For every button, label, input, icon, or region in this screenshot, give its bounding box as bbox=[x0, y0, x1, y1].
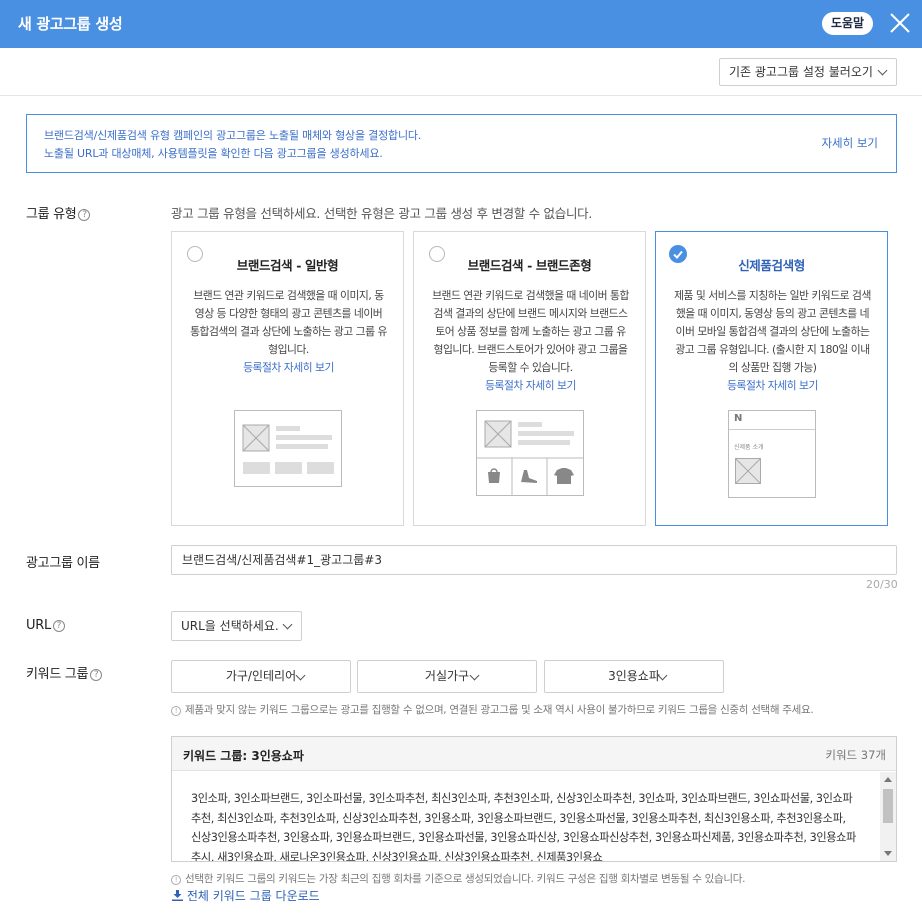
keyword-group-warning-text: 제품과 맞지 않는 키워드 그룹으로는 광고를 집행할 수 없으며, 연결된 광… bbox=[185, 704, 814, 716]
url-select[interactable]: URL을 선택하세요. bbox=[171, 611, 302, 641]
question-icon[interactable]: ? bbox=[52, 620, 65, 632]
keyword-category-select-3[interactable]: 3인용쇼파 bbox=[544, 660, 724, 693]
help-button[interactable]: 도움말 bbox=[822, 12, 873, 35]
card-title: 신제품검색형 bbox=[738, 258, 805, 273]
question-icon[interactable]: ? bbox=[90, 669, 103, 681]
notice-line-1: 브랜드검색/신제품검색 유형 캠페인의 광고그룹은 노출될 매체와 형상을 결정… bbox=[44, 129, 422, 142]
card-description: 브랜드 연관 키워드로 검색했을 때 이미지, 동영상 등 다양한 형태의 광고… bbox=[190, 287, 387, 377]
select-value: 3인용쇼파 bbox=[608, 669, 660, 683]
chevron-down-icon bbox=[469, 670, 480, 681]
notice-line-2: 노출될 URL과 대상매체, 사용템플릿을 확인한 다음 광고그룹을 생성하세요… bbox=[44, 147, 383, 160]
keyword-group-warning: ! 제품과 맞지 않는 키워드 그룹으로는 광고를 집행할 수 없으며, 연결된 … bbox=[171, 702, 814, 717]
keyword-group-label-text: 키워드 그룹 bbox=[26, 667, 89, 682]
download-keyword-group-link[interactable]: 전체 키워드 그룹 다운로드 bbox=[172, 887, 320, 904]
info-notice: 브랜드검색/신제품검색 유형 캠페인의 광고그룹은 노출될 매체와 형상을 결정… bbox=[26, 114, 897, 173]
name-char-counter: 20/30 bbox=[866, 578, 898, 591]
notice-more-link[interactable]: 자세히 보기 bbox=[821, 135, 878, 151]
card-description-text: 브랜드 연관 키워드로 검색했을 때 이미지, 동영상 등 다양한 형태의 광고… bbox=[190, 289, 387, 356]
download-icon bbox=[172, 890, 183, 901]
keyword-count: 키워드 37개 bbox=[825, 748, 886, 762]
toolbar: 기존 광고그룹 설정 불러오기 bbox=[0, 48, 922, 96]
info-icon: ! bbox=[171, 706, 181, 716]
keyword-basis-note: ! 선택한 키워드 그룹의 키워드는 가장 최근의 집행 회차를 기준으로 생성되… bbox=[171, 871, 745, 886]
keyword-list-scrollbar[interactable] bbox=[880, 772, 896, 861]
url-label-text: URL bbox=[26, 618, 51, 633]
keyword-category-select-1[interactable]: 가구/인테리어 bbox=[171, 660, 351, 693]
mobile-layout-illustration-icon: N 신제품 소개 bbox=[728, 410, 816, 498]
group-type-card-brand-zone[interactable]: 브랜드검색 - 브랜드존형 브랜드 연관 키워드로 검색했을 때 네이버 통합검… bbox=[413, 231, 646, 526]
keyword-list-title: 키워드 그룹: 3인용쇼파 bbox=[183, 749, 304, 763]
scrollbar-thumb[interactable] bbox=[883, 789, 893, 823]
load-existing-settings-label: 기존 광고그룹 설정 불러오기 bbox=[729, 65, 873, 79]
brandzone-layout-illustration-icon bbox=[476, 410, 584, 496]
card-procedure-link[interactable]: 등록절차 자세히 보기 bbox=[674, 377, 871, 395]
general-layout-illustration-icon bbox=[234, 410, 342, 487]
group-type-description: 광고 그룹 유형을 선택하세요. 선택한 유형은 광고 그룹 생성 후 변경할 … bbox=[171, 206, 593, 221]
card-procedure-link[interactable]: 등록절차 자세히 보기 bbox=[190, 359, 387, 377]
chevron-down-icon bbox=[295, 670, 306, 681]
card-description-text: 제품 및 서비스를 지칭하는 일반 키워드로 검색했을 때 이미지, 동영상 등… bbox=[674, 289, 871, 374]
keyword-group-label: 키워드 그룹? bbox=[26, 663, 103, 682]
naver-logo: N bbox=[734, 413, 743, 424]
scroll-down-arrow-icon[interactable] bbox=[884, 851, 892, 857]
card-description-text: 브랜드 연관 키워드로 검색했을 때 네이버 통합검색 결과의 상단에 브랜드 … bbox=[432, 289, 629, 374]
modal-header: 새 광고그룹 생성 도움말 bbox=[0, 0, 922, 48]
keyword-list-box: 키워드 그룹: 3인용쇼파 키워드 37개 3인소파, 3인소파브랜드, 3인소… bbox=[171, 736, 897, 862]
group-type-label-text: 그룹 유형 bbox=[26, 207, 77, 222]
select-value: 가구/인테리어 bbox=[225, 669, 297, 683]
close-icon[interactable] bbox=[888, 10, 912, 36]
group-type-card-brand-general[interactable]: 브랜드검색 - 일반형 브랜드 연관 키워드로 검색했을 때 이미지, 동영상 … bbox=[171, 231, 404, 526]
chevron-down-icon bbox=[282, 619, 293, 630]
url-label: URL? bbox=[26, 618, 65, 633]
card-title: 브랜드검색 - 브랜드존형 bbox=[467, 258, 592, 273]
load-existing-settings-select[interactable]: 기존 광고그룹 설정 불러오기 bbox=[719, 58, 897, 86]
card-description: 브랜드 연관 키워드로 검색했을 때 네이버 통합검색 결과의 상단에 브랜드 … bbox=[432, 287, 629, 395]
keyword-category-select-2[interactable]: 거실가구 bbox=[357, 660, 537, 693]
card-procedure-link[interactable]: 등록절차 자세히 보기 bbox=[432, 377, 629, 395]
ad-group-name-input[interactable]: 브랜드검색/신제품검색#1_광고그룹#3 bbox=[171, 545, 897, 575]
keyword-list-text: 3인소파, 3인소파브랜드, 3인소파선물, 3인소파추천, 최신3인소파, 추… bbox=[191, 792, 856, 862]
group-type-card-new-product[interactable]: 신제품검색형 제품 및 서비스를 지칭하는 일반 키워드로 검색했을 때 이미지… bbox=[655, 231, 888, 526]
new-product-intro-text: 신제품 소개 bbox=[734, 444, 764, 451]
card-title: 브랜드검색 - 일반형 bbox=[236, 258, 339, 273]
card-description: 제품 및 서비스를 지칭하는 일반 키워드로 검색했을 때 이미지, 동영상 등… bbox=[674, 287, 871, 395]
question-icon[interactable]: ? bbox=[78, 209, 91, 221]
image-placeholder-icon bbox=[735, 458, 761, 484]
group-type-label: 그룹 유형? bbox=[26, 203, 91, 222]
modal-title: 새 광고그룹 생성 bbox=[18, 15, 123, 33]
info-icon: ! bbox=[171, 875, 181, 885]
keyword-list-header: 키워드 그룹: 3인용쇼파 키워드 37개 bbox=[172, 737, 896, 771]
keyword-basis-note-text: 선택한 키워드 그룹의 키워드는 가장 최근의 집행 회차를 기준으로 생성되었… bbox=[185, 873, 746, 885]
ad-group-name-label: 광고그룹 이름 bbox=[26, 556, 100, 571]
chevron-down-icon bbox=[877, 65, 888, 76]
download-label: 전체 키워드 그룹 다운로드 bbox=[186, 889, 320, 903]
url-select-value: URL을 선택하세요. bbox=[181, 619, 279, 633]
scroll-up-arrow-icon[interactable] bbox=[884, 776, 892, 782]
select-value: 거실가구 bbox=[424, 669, 470, 683]
